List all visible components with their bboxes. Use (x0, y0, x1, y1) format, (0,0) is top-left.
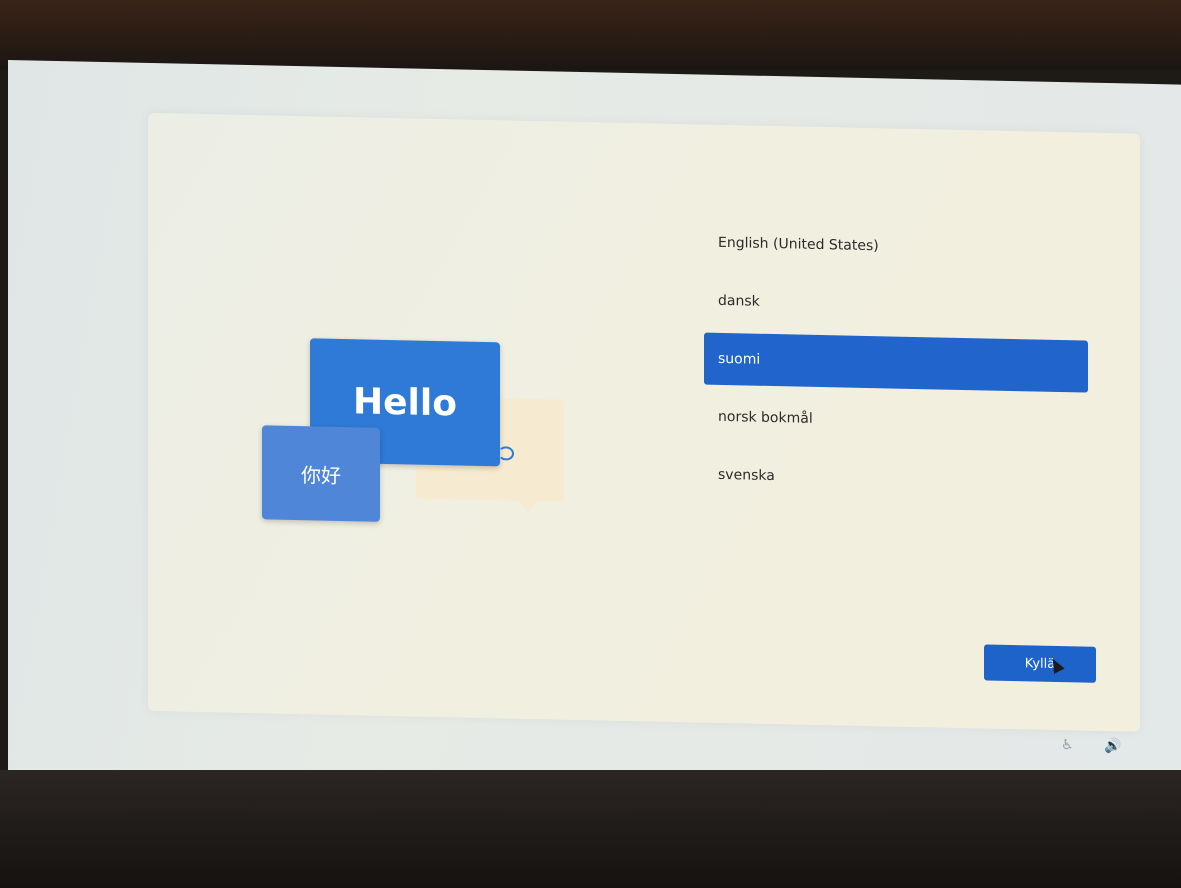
volume-icon[interactable]: 🔊 (1104, 738, 1121, 758)
accessibility-icon[interactable]: ♿ (1061, 737, 1074, 757)
monitor-bezel-top (0, 0, 1181, 70)
speech-bubble-tail (518, 498, 538, 514)
yes-button[interactable]: Kyllä (984, 644, 1096, 683)
bubble-hook (498, 446, 514, 461)
nihao-text: 你好 (301, 462, 341, 488)
screen: Hello 你好 English (United States) dansk s… (8, 60, 1181, 797)
language-item-dansk[interactable]: dansk (704, 275, 1088, 335)
language-item-norsk[interactable]: norsk bokmål (704, 391, 1088, 451)
language-item-svenska[interactable]: svenska (704, 449, 1088, 509)
monitor-bezel-bottom (0, 770, 1181, 888)
nihao-bubble: 你好 (262, 425, 380, 522)
language-illustration: Hello 你好 (148, 113, 628, 721)
language-list: English (United States) dansk suomi nors… (704, 217, 1088, 515)
language-item-english[interactable]: English (United States) (704, 217, 1088, 277)
language-item-suomi[interactable]: suomi (704, 332, 1088, 393)
oobe-card: Hello 你好 English (United States) dansk s… (148, 112, 1140, 732)
hello-text: Hello (353, 380, 457, 424)
